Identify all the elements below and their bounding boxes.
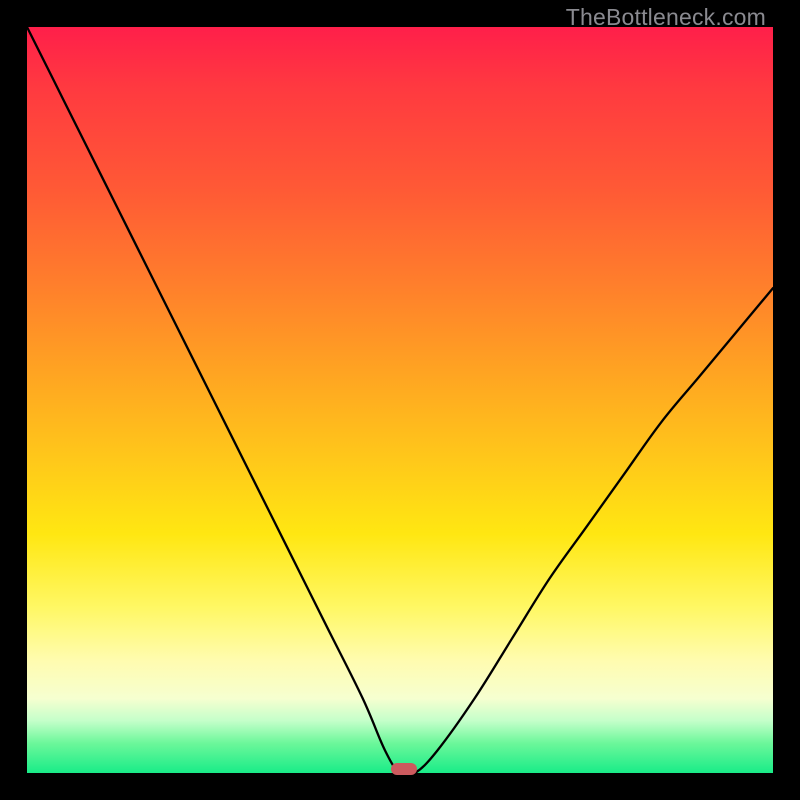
optimum-marker: [391, 763, 417, 775]
chart-frame: TheBottleneck.com: [0, 0, 800, 800]
plot-area: [27, 27, 773, 773]
curve-path: [27, 27, 773, 776]
bottleneck-curve: [27, 27, 773, 773]
